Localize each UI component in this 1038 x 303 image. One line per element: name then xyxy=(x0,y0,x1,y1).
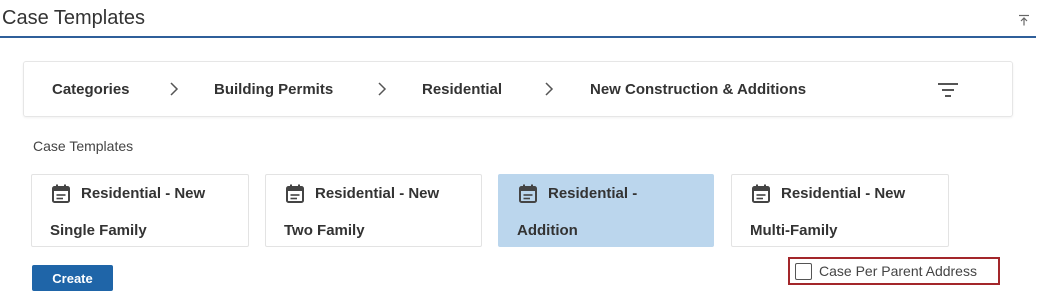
page-header: Case Templates xyxy=(0,0,1036,38)
case-templates-label: Case Templates xyxy=(33,138,134,154)
collapse-up-icon[interactable] xyxy=(1018,14,1030,26)
calendar-icon xyxy=(752,184,770,203)
template-card-addition[interactable]: Residential - Addition xyxy=(498,174,714,247)
breadcrumb-item-categories[interactable]: Categories xyxy=(52,81,130,98)
template-card-single-family[interactable]: Residential - New Single Family xyxy=(31,174,249,247)
breadcrumb-item-new-construction[interactable]: New Construction & Additions xyxy=(590,81,806,98)
template-subtitle: Addition xyxy=(517,222,578,239)
calendar-icon xyxy=(286,184,304,203)
chevron-right-icon xyxy=(378,82,387,96)
template-subtitle: Multi-Family xyxy=(750,222,838,239)
template-subtitle: Single Family xyxy=(50,222,147,239)
template-title: Residential - New xyxy=(315,185,440,202)
calendar-icon xyxy=(52,184,70,203)
template-title: Residential - xyxy=(548,185,638,202)
template-title: Residential - New xyxy=(781,185,906,202)
chevron-right-icon xyxy=(545,82,554,96)
chevron-right-icon xyxy=(170,82,179,96)
breadcrumb-item-building-permits[interactable]: Building Permits xyxy=(214,81,333,98)
template-title: Residential - New xyxy=(81,185,206,202)
breadcrumb-item-residential[interactable]: Residential xyxy=(422,81,502,98)
calendar-icon xyxy=(519,184,537,203)
template-card-two-family[interactable]: Residential - New Two Family xyxy=(265,174,482,247)
case-per-parent-option: Case Per Parent Address xyxy=(788,257,1000,285)
case-per-parent-label[interactable]: Case Per Parent Address xyxy=(819,263,977,279)
create-button[interactable]: Create xyxy=(32,265,113,291)
page-title: Case Templates xyxy=(2,7,146,29)
case-per-parent-checkbox[interactable] xyxy=(795,263,812,280)
template-card-multi-family[interactable]: Residential - New Multi-Family xyxy=(731,174,949,247)
template-subtitle: Two Family xyxy=(284,222,365,239)
breadcrumb: Categories Building Permits Residential … xyxy=(23,61,1013,117)
filter-icon[interactable] xyxy=(937,82,959,98)
